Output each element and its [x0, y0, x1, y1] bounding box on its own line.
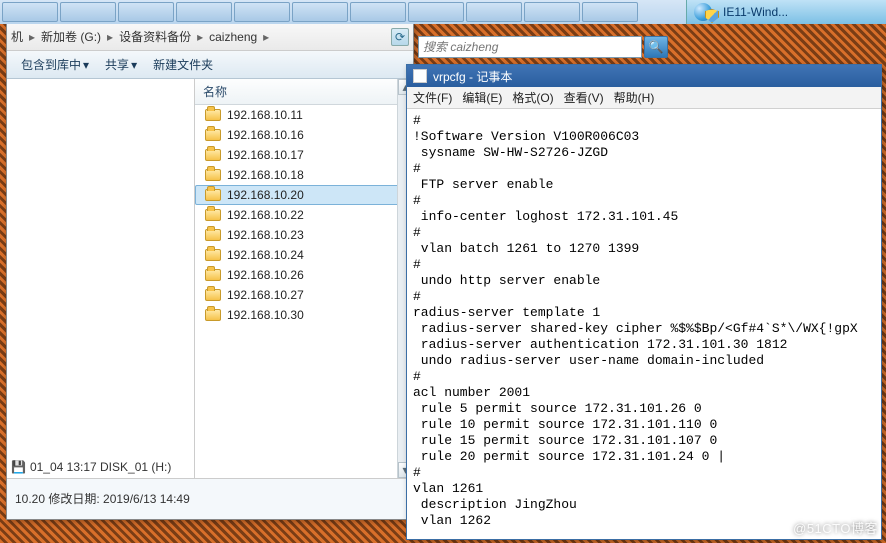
taskbar-tile[interactable] — [176, 2, 232, 22]
new-folder-button[interactable]: 新建文件夹 — [147, 54, 219, 75]
taskbar-tile[interactable] — [118, 2, 174, 22]
notepad-menu-bar: 文件(F) 编辑(E) 格式(O) 查看(V) 帮助(H) — [407, 87, 881, 109]
folder-icon — [205, 309, 221, 321]
menu-view[interactable]: 查看(V) — [564, 89, 604, 106]
folder-row[interactable]: 192.168.10.20 — [195, 185, 413, 205]
folder-icon — [205, 269, 221, 281]
chevron-right-icon[interactable]: ▸ — [261, 30, 271, 44]
folder-row[interactable]: 192.168.10.30 — [195, 305, 413, 325]
explorer-address-bar[interactable]: 机 ▸ 新加卷 (G:) ▸ 设备资料备份 ▸ caizheng ▸ ⟳ — [7, 23, 413, 51]
taskbar-ie-label: IE11-Wind... — [723, 5, 788, 19]
folder-name: 192.168.10.26 — [227, 268, 304, 282]
explorer-search: 🔍 — [418, 36, 668, 60]
include-in-library-button[interactable]: 包含到库中▾ — [15, 54, 95, 75]
explorer-tree-pane[interactable]: 💾 01_04 13:17 DISK_01 (H:) — [7, 79, 195, 478]
folder-name: 192.168.10.17 — [227, 148, 304, 162]
menu-file[interactable]: 文件(F) — [413, 89, 452, 106]
chevron-right-icon[interactable]: ▸ — [27, 30, 37, 44]
folder-name: 192.168.10.27 — [227, 288, 304, 302]
folder-icon — [205, 169, 221, 181]
taskbar-tile[interactable] — [582, 2, 638, 22]
folder-icon — [205, 109, 221, 121]
menu-edit[interactable]: 编辑(E) — [462, 89, 502, 106]
folder-name: 192.168.10.11 — [227, 108, 303, 122]
notepad-title-bar[interactable]: vrpcfg - 记事本 — [407, 65, 881, 87]
folder-icon — [205, 129, 221, 141]
taskbar: IE11-Wind... — [0, 0, 886, 24]
folder-name: 192.168.10.20 — [227, 188, 304, 202]
notepad-title: vrpcfg - 记事本 — [433, 68, 512, 85]
folder-icon — [205, 149, 221, 161]
folder-row[interactable]: 192.168.10.18 — [195, 165, 413, 185]
folder-row[interactable]: 192.168.10.11 — [195, 105, 413, 125]
breadcrumb-segment[interactable]: 设备资料备份 — [119, 28, 191, 45]
explorer-file-list[interactable]: 名称 192.168.10.11 192.168.10.16 192.168.10.… — [195, 79, 413, 478]
folder-name: 192.168.10.18 — [227, 168, 304, 182]
taskbar-tile[interactable] — [524, 2, 580, 22]
breadcrumb-segment[interactable]: caizheng — [209, 30, 257, 44]
ie-shield-icon — [693, 2, 717, 22]
taskbar-ie-tile[interactable]: IE11-Wind... — [686, 0, 886, 24]
status-text: 10.20 修改日期: 2019/6/13 14:49 — [15, 491, 405, 507]
folder-row[interactable]: 192.168.10.16 — [195, 125, 413, 145]
taskbar-tile-group — [0, 0, 640, 24]
search-go-button[interactable]: 🔍 — [644, 36, 668, 58]
folder-row[interactable]: 192.168.10.27 — [195, 285, 413, 305]
folder-name: 192.168.10.30 — [227, 308, 304, 322]
explorer-status-bar: 10.20 修改日期: 2019/6/13 14:49 — [7, 479, 413, 519]
taskbar-tile[interactable] — [408, 2, 464, 22]
folder-row[interactable]: 192.168.10.26 — [195, 265, 413, 285]
taskbar-tile[interactable] — [234, 2, 290, 22]
tree-drive-node[interactable]: 💾 01_04 13:17 DISK_01 (H:) — [11, 460, 171, 474]
notepad-window: vrpcfg - 记事本 文件(F) 编辑(E) 格式(O) 查看(V) 帮助(… — [406, 64, 882, 540]
folder-row[interactable]: 192.168.10.23 — [195, 225, 413, 245]
taskbar-tile[interactable] — [350, 2, 406, 22]
folder-name: 192.168.10.23 — [227, 228, 304, 242]
notepad-text-area[interactable]: # !Software Version V100R006C03 sysname … — [407, 109, 881, 539]
drive-icon: 💾 — [11, 460, 26, 474]
column-header-name[interactable]: 名称 — [195, 79, 413, 105]
folder-name: 192.168.10.24 — [227, 248, 304, 262]
taskbar-tile[interactable] — [2, 2, 58, 22]
folder-name: 192.168.10.16 — [227, 128, 304, 142]
explorer-command-bar: 包含到库中▾ 共享▾ 新建文件夹 — [7, 51, 413, 79]
chevron-right-icon[interactable]: ▸ — [105, 30, 115, 44]
refresh-icon[interactable]: ⟳ — [391, 28, 409, 46]
folder-row[interactable]: 192.168.10.24 — [195, 245, 413, 265]
taskbar-tile[interactable] — [466, 2, 522, 22]
folder-row[interactable]: 192.168.10.17 — [195, 145, 413, 165]
taskbar-tile[interactable] — [60, 2, 116, 22]
folder-row[interactable]: 192.168.10.22 — [195, 205, 413, 225]
folder-icon — [205, 249, 221, 261]
menu-format[interactable]: 格式(O) — [512, 89, 553, 106]
tree-node-label: 01_04 13:17 DISK_01 (H:) — [30, 460, 171, 474]
folder-icon — [205, 189, 221, 201]
explorer-window: 机 ▸ 新加卷 (G:) ▸ 设备资料备份 ▸ caizheng ▸ ⟳ 包含到… — [6, 22, 414, 520]
notepad-app-icon — [413, 69, 427, 83]
folder-icon — [205, 209, 221, 221]
watermark-text: @51CTO博客 — [793, 518, 878, 537]
chevron-right-icon[interactable]: ▸ — [195, 30, 205, 44]
menu-help[interactable]: 帮助(H) — [614, 89, 655, 106]
taskbar-tile[interactable] — [292, 2, 348, 22]
search-input[interactable] — [418, 36, 642, 58]
folder-icon — [205, 289, 221, 301]
folder-icon — [205, 229, 221, 241]
breadcrumb-segment[interactable]: 新加卷 (G:) — [41, 28, 101, 45]
search-icon: 🔍 — [649, 40, 664, 54]
folder-name: 192.168.10.22 — [227, 208, 304, 222]
breadcrumb-segment[interactable]: 机 — [11, 28, 23, 45]
share-button[interactable]: 共享▾ — [99, 54, 143, 75]
